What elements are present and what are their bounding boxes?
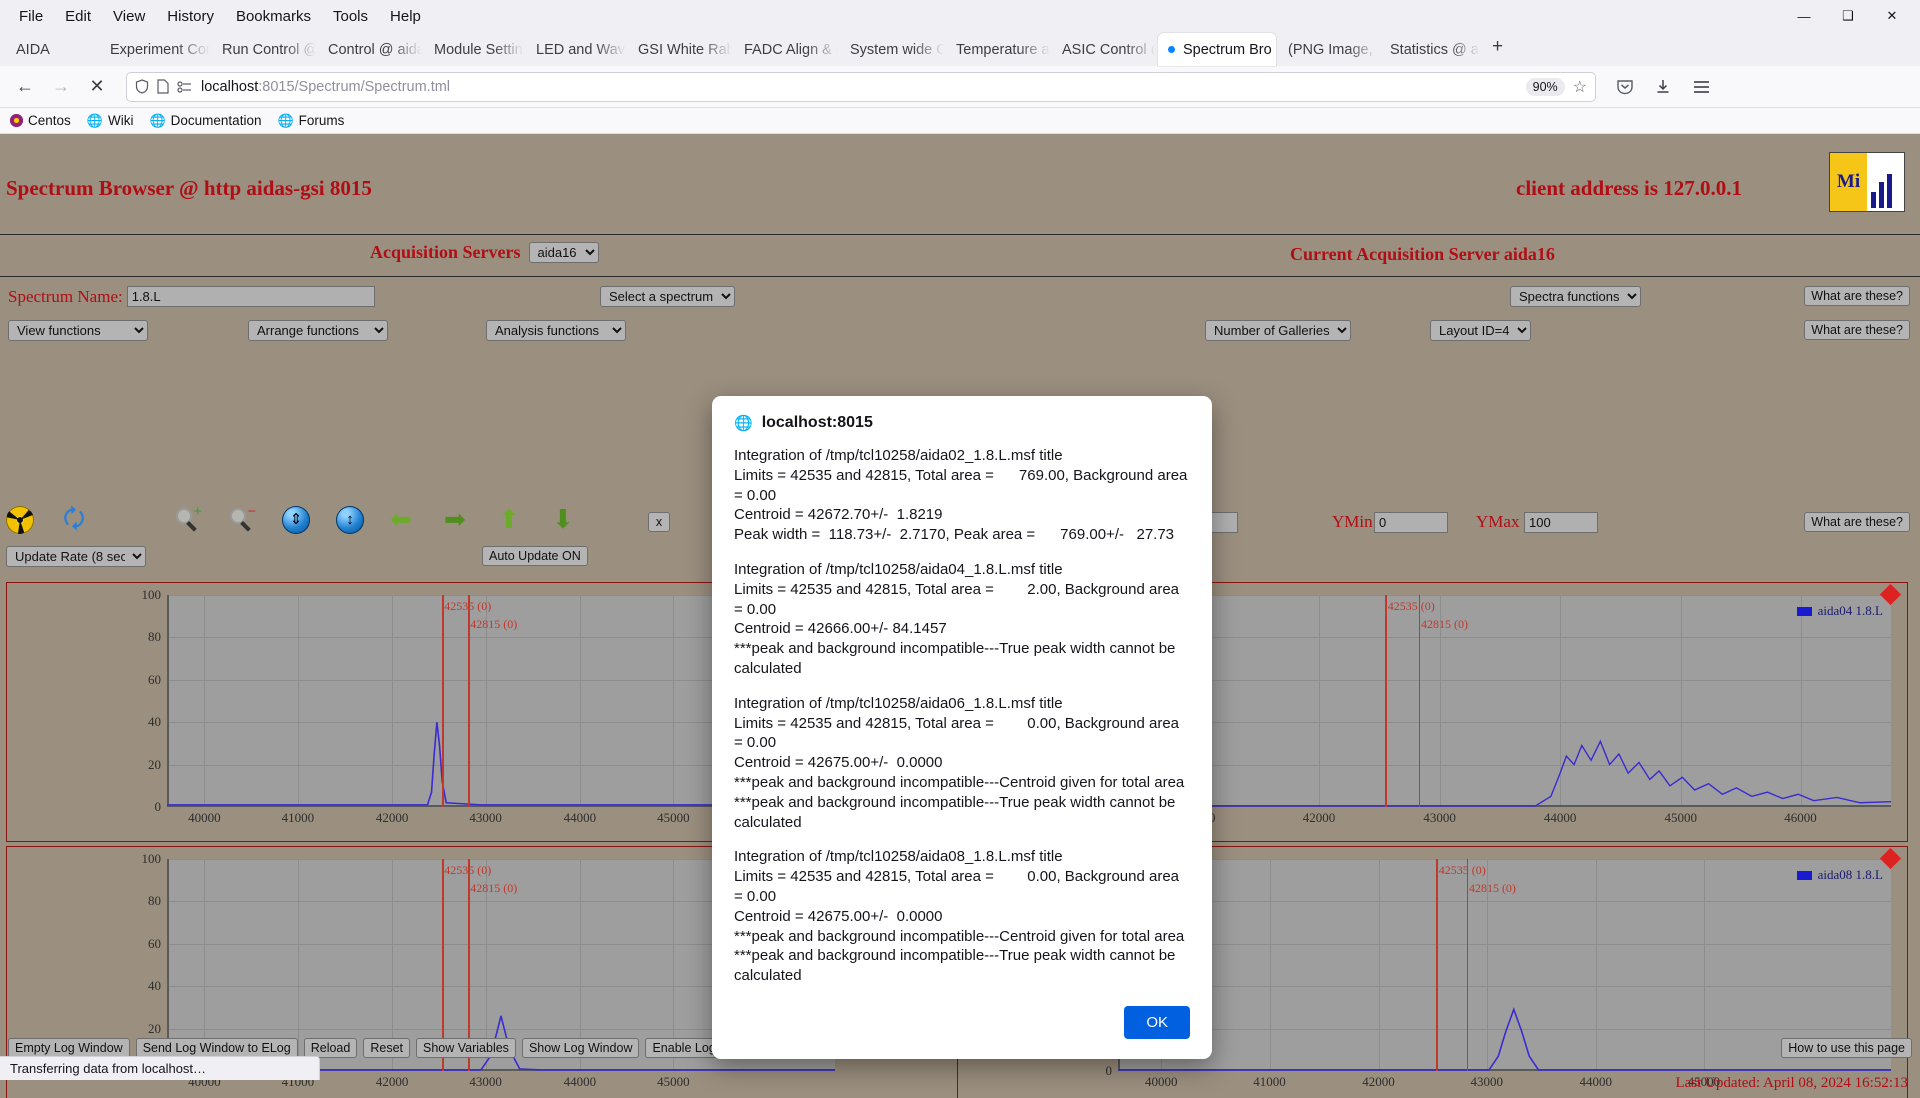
dialog-body: Integration of /tmp/tcl10258/aida02_1.8.… (712, 436, 1212, 996)
shield-icon[interactable] (135, 79, 149, 94)
globe-icon: 🌐 (86, 112, 103, 128)
new-tab-button[interactable]: + (1482, 36, 1513, 62)
tab-label: Module Settings S (434, 41, 524, 58)
tab-loading-dot (1168, 46, 1175, 53)
tab-label: Statistics @ aidas (1390, 41, 1480, 58)
integration-result-aida06: Integration of /tmp/tcl10258/aida06_1.8.… (734, 694, 1185, 831)
url-text[interactable]: localhost:8015/Spectrum/Spectrum.tml (201, 79, 1518, 95)
bookmark-label: Documentation (170, 113, 262, 128)
bookmark-label: Centos (28, 113, 71, 128)
pocket-icon[interactable] (1608, 71, 1642, 103)
tab-temperature[interactable]: Temperature and (946, 33, 1050, 66)
bookmark-forums[interactable]: 🌐 Forums (277, 113, 344, 129)
tab-label: FADC Align & Con (744, 41, 838, 58)
bookmark-label: Forums (298, 113, 345, 128)
tab-system-wide-check[interactable]: System wide Chec (840, 33, 944, 66)
globe-icon: 🌐 (277, 112, 294, 128)
globe-icon: 🌐 (734, 415, 753, 432)
modal-overlay: 🌐 localhost:8015 Integration of /tmp/tcl… (0, 134, 1920, 1098)
tab-label: Experiment Control @ aidas (110, 41, 210, 58)
tab-label: AIDA (16, 41, 50, 58)
menu-tools[interactable]: Tools (322, 5, 379, 28)
url-bar[interactable]: localhost:8015/Spectrum/Spectrum.tml 90%… (126, 71, 1596, 102)
integration-results-dialog: 🌐 localhost:8015 Integration of /tmp/tcl… (712, 396, 1212, 1059)
forward-icon[interactable]: → (44, 71, 78, 103)
url-path: :8015/Spectrum/Spectrum.tml (258, 78, 451, 95)
bookmarks-bar: Centos 🌐 Wiki 🌐 Documentation 🌐 Forums (0, 108, 1920, 134)
dialog-origin: localhost:8015 (761, 414, 873, 431)
tab-control-aidas[interactable]: Control @ aidas-gsi (318, 33, 422, 66)
bookmark-star-icon[interactable]: ☆ (1573, 77, 1587, 97)
globe-icon: 🌐 (149, 112, 166, 128)
minimize-icon[interactable]: — (1782, 1, 1826, 31)
dialog-header: 🌐 localhost:8015 (712, 396, 1212, 436)
integration-result-aida02: Integration of /tmp/tcl10258/aida02_1.8.… (734, 447, 1188, 544)
stop-icon[interactable]: ✕ (80, 71, 114, 103)
menu-bookmarks[interactable]: Bookmarks (225, 5, 322, 28)
bookmark-wiki[interactable]: 🌐 Wiki (87, 113, 134, 129)
tab-fadc-align[interactable]: FADC Align & Con (734, 33, 838, 66)
spectrum-browser-page: Spectrum Browser @ http aidas-gsi 8015 c… (0, 134, 1920, 1098)
navigation-bar: ← → ✕ localhost:8015/Spectrum/Spectrum.t… (0, 66, 1920, 108)
tab-label: LED and Waveform (536, 41, 626, 58)
bookmark-documentation[interactable]: 🌐 Documentation (149, 113, 261, 129)
back-icon[interactable]: ← (8, 71, 42, 103)
downloads-icon[interactable] (1646, 71, 1680, 103)
tab-label: Temperature and (956, 41, 1050, 58)
app-menu-icon[interactable] (1684, 71, 1718, 103)
tab-label: ASIC Control @ ai (1062, 41, 1156, 58)
bookmark-centos[interactable]: Centos (10, 113, 71, 128)
tab-run-control[interactable]: Run Control @ aidas (212, 33, 316, 66)
tab-asic-control[interactable]: ASIC Control @ ai (1052, 33, 1156, 66)
permissions-icon[interactable] (177, 80, 193, 94)
tab-aida[interactable]: AIDA (6, 33, 98, 66)
url-host: localhost (201, 78, 259, 95)
browser-chrome: File Edit View History Bookmarks Tools H… (0, 0, 1920, 134)
menu-file[interactable]: File (8, 5, 54, 28)
menu-history[interactable]: History (156, 5, 225, 28)
menu-view[interactable]: View (102, 5, 156, 28)
tab-label: (PNG Image, 671 (1288, 41, 1378, 58)
tab-label: Run Control @ aidas (222, 41, 316, 58)
nav-right-icons (1608, 71, 1718, 103)
tab-label: Spectrum Bro (1183, 41, 1272, 58)
tab-png-image[interactable]: (PNG Image, 671 (1278, 33, 1378, 66)
menu-help[interactable]: Help (379, 5, 432, 28)
integration-result-aida08: Integration of /tmp/tcl10258/aida08_1.8.… (734, 848, 1185, 985)
tab-strip: AIDA Experiment Control @ aidas Run Cont… (0, 32, 1920, 66)
tab-label: Control @ aidas-gsi (328, 41, 422, 58)
tab-label: System wide Chec (850, 41, 944, 58)
integration-result-aida04: Integration of /tmp/tcl10258/aida04_1.8.… (734, 560, 1180, 677)
page-icon (157, 79, 169, 94)
tab-label: GSI White Rabbit (638, 41, 732, 58)
close-icon[interactable]: ✕ (1870, 1, 1914, 31)
tab-module-settings[interactable]: Module Settings S (424, 33, 524, 66)
centos-icon (10, 114, 23, 127)
status-bar: Transferring data from localhost… (0, 1056, 320, 1080)
maximize-icon[interactable]: ❑ (1826, 1, 1870, 31)
bookmark-label: Wiki (107, 113, 134, 128)
dialog-footer: OK (712, 996, 1212, 1059)
tab-experiment-control[interactable]: Experiment Control @ aidas (100, 33, 210, 66)
ok-button[interactable]: OK (1124, 1006, 1190, 1039)
menu-edit[interactable]: Edit (54, 5, 102, 28)
tab-white-rabbit[interactable]: GSI White Rabbit (628, 33, 732, 66)
tab-statistics[interactable]: Statistics @ aidas (1380, 33, 1480, 66)
menu-bar: File Edit View History Bookmarks Tools H… (0, 0, 1920, 32)
window-controls: — ❑ ✕ (1782, 0, 1914, 32)
zoom-level-badge[interactable]: 90% (1525, 77, 1565, 96)
tab-led-waveform[interactable]: LED and Waveform (526, 33, 626, 66)
tab-spectrum-browser[interactable]: Spectrum Bro ✕ (1158, 33, 1276, 66)
